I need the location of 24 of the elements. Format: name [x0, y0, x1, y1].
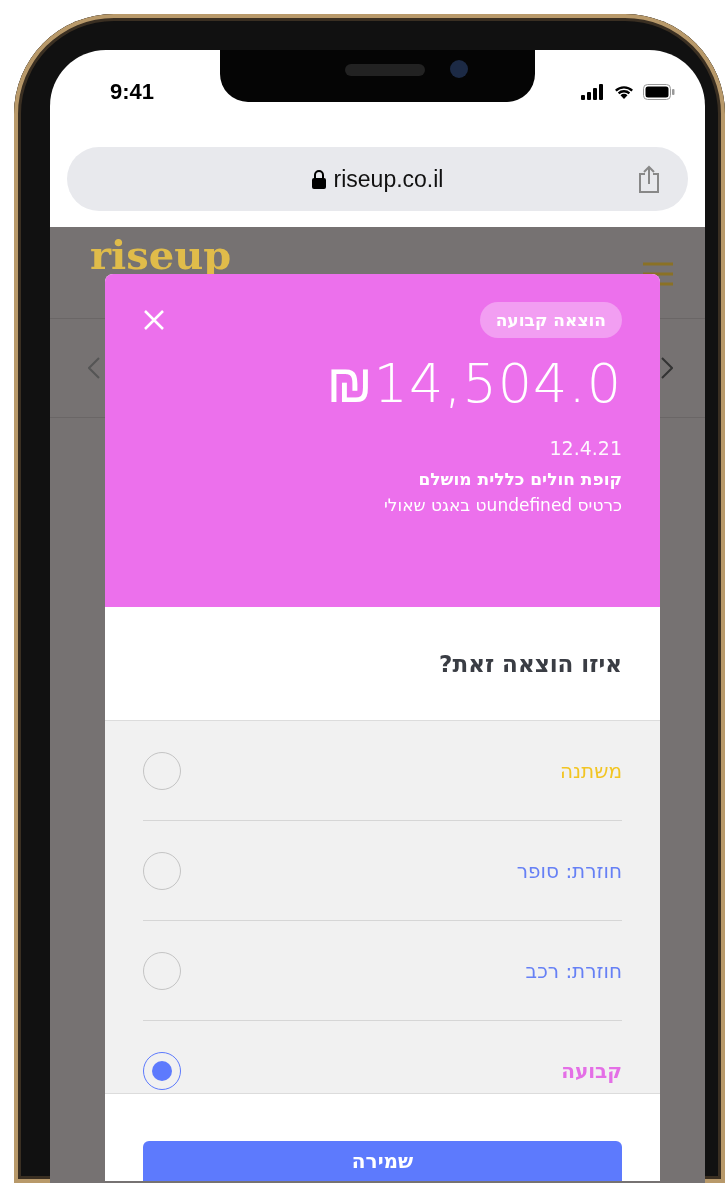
chevron-right-icon[interactable]	[661, 357, 673, 379]
url-text: riseup.co.il	[333, 165, 444, 193]
address-bar[interactable]: riseup.co.il	[67, 147, 688, 211]
status-time: 9:41	[110, 78, 155, 105]
save-button[interactable]: שמירה	[143, 1141, 622, 1181]
close-icon	[143, 309, 165, 331]
site-logo[interactable]: riseup	[90, 235, 232, 275]
lock-icon	[311, 169, 326, 189]
wifi-icon	[613, 84, 635, 100]
option-label: חוזרת: סופר	[516, 858, 622, 883]
merchant-name: קופת חולים כללית מושלם	[418, 469, 622, 489]
option-label: משתנה	[560, 758, 622, 783]
question-title: איזו הוצאה זאת?	[439, 650, 622, 677]
expense-amount: ₪14,504.0	[326, 352, 622, 415]
close-button[interactable]	[143, 309, 165, 331]
battery-icon	[643, 84, 675, 100]
payment-source: כרטיס undefinedט באגט שאולי	[384, 495, 622, 515]
option-label: חוזרת: רכב	[525, 958, 622, 983]
signal-icon	[581, 84, 605, 100]
share-icon[interactable]	[638, 165, 660, 193]
option-label: קבועה	[561, 1059, 622, 1083]
category-tag: הוצאה קבועה	[479, 302, 622, 338]
chevron-left-icon[interactable]	[88, 357, 100, 379]
expense-date: 12.4.21	[549, 437, 622, 459]
